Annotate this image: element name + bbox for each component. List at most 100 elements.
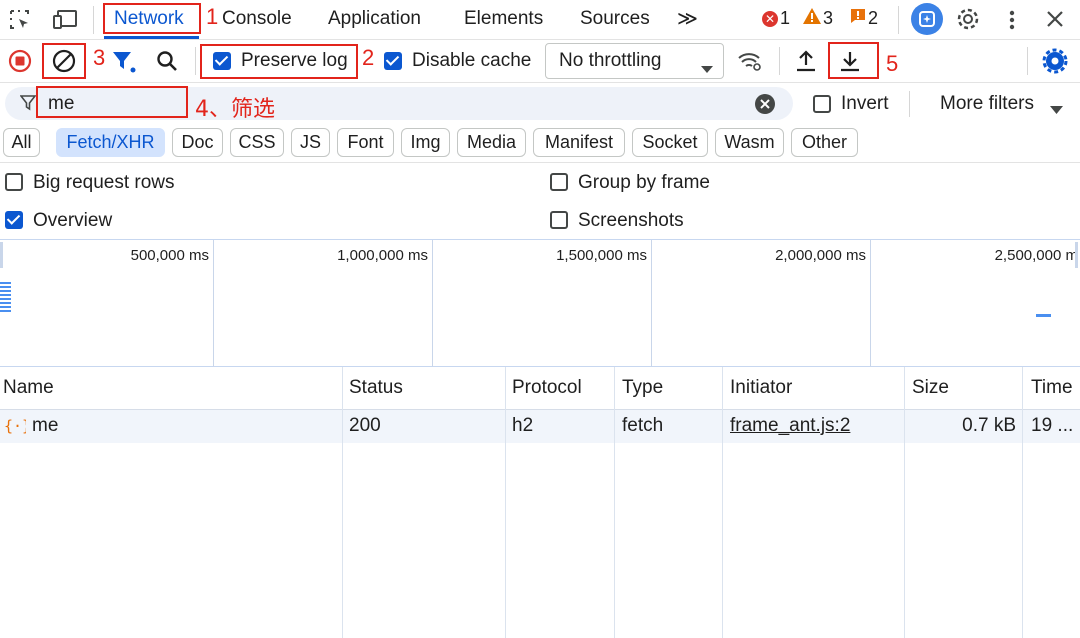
tab-sources[interactable]: Sources — [580, 8, 650, 30]
type-filter-wasm[interactable]: Wasm — [715, 128, 784, 157]
overview-label[interactable]: Overview — [33, 210, 112, 232]
more-tabs-button[interactable]: ≫ — [677, 6, 698, 31]
toolbar-divider — [898, 6, 899, 34]
tab-elements[interactable]: Elements — [464, 8, 543, 30]
chevron-down-icon — [701, 58, 713, 80]
invert-checkbox[interactable] — [813, 95, 831, 113]
timeline-tick-label: 1,500,000 ms — [556, 247, 647, 264]
disable-cache-label[interactable]: Disable cache — [412, 50, 531, 72]
column-header-status[interactable]: Status — [349, 377, 403, 399]
column-header-size[interactable]: Size — [912, 377, 949, 399]
throttling-value: No throttling — [559, 50, 662, 71]
column-divider[interactable] — [1022, 367, 1023, 638]
issue-icon — [850, 8, 866, 29]
stop-recording-icon[interactable] — [8, 49, 32, 73]
settings-gear-icon[interactable] — [955, 6, 981, 32]
devtools-window: Network Console Application Elements Sou… — [0, 0, 1080, 638]
filter-funnel-icon — [19, 95, 37, 111]
column-divider[interactable] — [505, 367, 506, 638]
column-header-protocol[interactable]: Protocol — [512, 377, 582, 399]
request-name[interactable]: me — [32, 415, 58, 437]
warning-counter[interactable]: 3 — [803, 8, 833, 29]
group-by-frame-label[interactable]: Group by frame — [578, 172, 710, 194]
type-filter-socket[interactable]: Socket — [632, 128, 708, 157]
issue-count: 2 — [868, 8, 879, 28]
toolbar-divider — [779, 47, 780, 75]
timeline-overview[interactable]: 500,000 ms 1,000,000 ms 1,500,000 ms 2,0… — [0, 239, 1080, 367]
type-filter-other[interactable]: Other — [791, 128, 858, 157]
requests-table-header: Name Status Protocol Type Initiator Size… — [0, 367, 1080, 410]
type-filter-img[interactable]: Img — [401, 128, 450, 157]
screenshots-checkbox[interactable] — [550, 211, 568, 229]
timeline-gridline — [651, 240, 652, 367]
network-conditions-icon[interactable] — [737, 50, 763, 72]
invert-label[interactable]: Invert — [841, 93, 889, 115]
column-header-type[interactable]: Type — [622, 377, 663, 399]
timeline-tick-label: 500,000 ms — [130, 247, 209, 264]
overview-checkbox[interactable] — [5, 211, 23, 229]
column-divider[interactable] — [722, 367, 723, 638]
type-filter-manifest[interactable]: Manifest — [533, 128, 625, 157]
inspect-element-icon[interactable] — [8, 8, 32, 32]
ai-assistance-icon[interactable] — [911, 3, 943, 35]
filter-toggle-icon[interactable] — [112, 51, 136, 73]
annotation-label-3: 3 — [93, 45, 106, 70]
toolbar-divider — [909, 91, 910, 117]
error-counter[interactable]: ✕ 1 — [762, 8, 790, 29]
more-filters-chevron-icon — [1050, 99, 1063, 120]
timeline-left-handle[interactable] — [0, 242, 3, 268]
annotation-label-1: 1 — [206, 4, 219, 29]
column-divider[interactable] — [904, 367, 905, 638]
annotation-label-4: 4、筛选 — [195, 97, 275, 122]
table-row[interactable]: {·} me 200 h2 fetch frame_ant.js:2 0.7 k… — [0, 410, 1080, 443]
network-toolbar: Preserve log Disable cache — [0, 40, 1080, 83]
tab-console[interactable]: Console — [222, 8, 292, 30]
throttling-select[interactable]: No throttling — [545, 43, 724, 79]
annotation-label-2: 2 — [362, 45, 375, 70]
type-filter-media[interactable]: Media — [457, 128, 526, 157]
annotation-box-network — [103, 3, 201, 34]
big-request-rows-label[interactable]: Big request rows — [33, 172, 175, 194]
type-filter-doc[interactable]: Doc — [172, 128, 223, 157]
annotation-label-5: 5 — [886, 51, 899, 76]
type-filter-font[interactable]: Font — [337, 128, 394, 157]
kebab-menu-icon[interactable] — [1002, 8, 1022, 32]
column-divider[interactable] — [342, 367, 343, 638]
clear-filter-icon[interactable] — [755, 94, 775, 114]
timeline-gridline — [213, 240, 214, 367]
column-header-initiator[interactable]: Initiator — [730, 377, 792, 399]
request-initiator-link[interactable]: frame_ant.js:2 — [730, 415, 850, 437]
screenshots-label[interactable]: Screenshots — [578, 210, 684, 232]
request-protocol: h2 — [512, 415, 534, 436]
type-filter-js[interactable]: JS — [291, 128, 330, 157]
group-by-frame-checkbox[interactable] — [550, 173, 568, 191]
request-type: fetch — [622, 415, 664, 436]
column-header-time[interactable]: Time — [1031, 377, 1073, 399]
close-icon[interactable] — [1044, 8, 1066, 30]
type-filter-fetch-xhr[interactable]: Fetch/XHR — [56, 128, 165, 157]
import-har-upload-icon[interactable] — [795, 49, 817, 73]
timeline-right-handle[interactable] — [1075, 242, 1078, 268]
column-header-name[interactable]: Name — [3, 377, 54, 399]
device-toolbar-icon[interactable] — [52, 8, 78, 32]
timeline-gridline — [870, 240, 871, 367]
type-filter-css[interactable]: CSS — [230, 128, 284, 157]
warning-count: 3 — [823, 8, 834, 28]
search-icon[interactable] — [156, 50, 178, 72]
issues-counter[interactable]: 2 — [850, 8, 878, 29]
disable-cache-checkbox[interactable] — [384, 52, 402, 70]
tab-application[interactable]: Application — [328, 8, 421, 30]
network-settings-gear-icon[interactable] — [1042, 48, 1068, 74]
column-divider[interactable] — [614, 367, 615, 638]
timeline-tick-label: 2,500,000 m — [994, 247, 1078, 264]
type-filter-all[interactable]: All — [3, 128, 40, 157]
more-filters-button[interactable]: More filters — [940, 93, 1034, 115]
big-request-rows-checkbox[interactable] — [5, 173, 23, 191]
timeline-tick-label: 2,000,000 ms — [775, 247, 866, 264]
timeline-request-bar — [1036, 314, 1051, 317]
timeline-gridline — [432, 240, 433, 367]
annotation-box-clear — [42, 43, 86, 79]
active-tab-underline — [104, 36, 199, 39]
svg-text:{·}: {·} — [4, 417, 26, 435]
request-time: 19 ... — [1031, 415, 1074, 436]
